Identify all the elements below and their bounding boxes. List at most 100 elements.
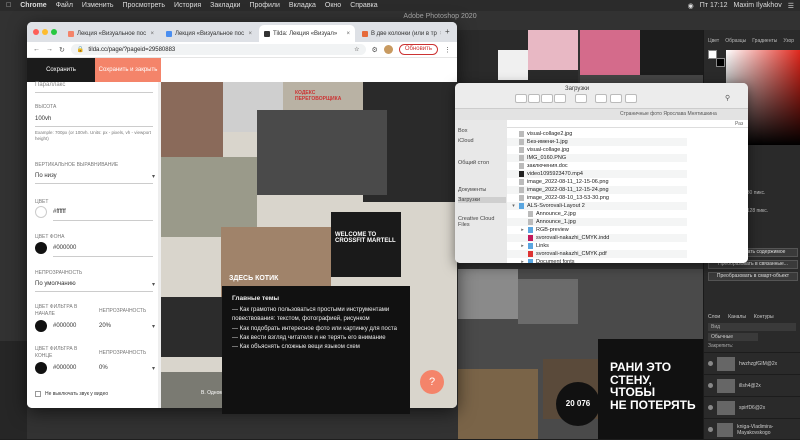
filter-end-input[interactable]: #000000 <box>53 365 76 371</box>
disclosure-closed-icon[interactable]: ▸ <box>520 259 525 263</box>
sidebar-item-creative-cloud[interactable]: Creative Cloud Files <box>458 216 507 228</box>
more-menu-icon[interactable]: ⋮ <box>444 46 451 54</box>
close-window-icon[interactable] <box>33 29 39 35</box>
layer-row[interactable]: illsh4@2x <box>704 374 800 396</box>
height-input[interactable]: 100vh <box>35 116 51 122</box>
reload-icon[interactable]: ↻ <box>59 46 65 54</box>
view-columns-icon[interactable] <box>541 94 553 103</box>
extensions-icon[interactable]: ⚙ <box>372 46 378 54</box>
file-row[interactable]: заключения.doc <box>507 162 687 170</box>
color-input[interactable]: #ffffff <box>53 209 66 215</box>
layer-row[interactable]: hwzhzgfGIM@2x <box>704 352 800 374</box>
group-icon[interactable] <box>575 94 587 103</box>
file-row[interactable]: Announce_1.jpg <box>507 218 687 226</box>
color-swatch[interactable] <box>35 206 47 218</box>
menu-window[interactable]: Окно <box>325 2 341 9</box>
bookmark-star-icon[interactable]: ☆ <box>354 46 359 53</box>
menu-profiles[interactable]: Профили <box>249 2 279 9</box>
filter-start-input[interactable]: #000000 <box>53 323 76 329</box>
layer-row[interactable]: spirfD6@2x <box>704 396 800 418</box>
mute-checkbox[interactable] <box>35 391 41 397</box>
sidebar-item-box[interactable]: Box <box>458 128 467 134</box>
disclosure-closed-icon[interactable]: ▸ <box>520 243 525 249</box>
folder-row[interactable]: ▸ Links <box>507 242 687 250</box>
wifi-icon[interactable]: ◉ <box>688 2 694 10</box>
zoom-window-icon[interactable] <box>51 29 57 35</box>
bg-color-input[interactable]: #000000 <box>53 245 76 251</box>
sidebar-item-icloud[interactable]: iCloud <box>458 138 474 144</box>
menu-file[interactable]: Файл <box>56 2 73 9</box>
save-and-close-button[interactable]: Сохранить и закрыть <box>95 58 161 82</box>
column-size-header[interactable]: Раз <box>735 121 743 127</box>
tab-layers[interactable]: Слои <box>708 314 720 320</box>
sidebar-item-downloads[interactable]: Загрузки <box>458 197 506 203</box>
minimize-window-icon[interactable] <box>42 29 48 35</box>
layers-filter-input[interactable]: Вид <box>708 323 796 331</box>
more-actions-icon[interactable] <box>625 94 637 103</box>
tab-gradients[interactable]: Градиенты <box>752 38 777 44</box>
menu-app[interactable]: Chrome <box>20 2 46 9</box>
file-row[interactable]: IMG_0160.PNG <box>507 154 687 162</box>
file-row[interactable]: image_2022-08-11_12-15-24.png <box>507 186 687 194</box>
close-tab-icon[interactable]: × <box>248 31 252 37</box>
apple-icon[interactable]:  <box>6 2 11 9</box>
folder-row[interactable]: ▸ Document fonts <box>507 258 687 263</box>
menu-edit[interactable]: Изменить <box>82 2 114 9</box>
tab-pattern[interactable]: Узор <box>783 38 794 44</box>
bg-color-swatch[interactable] <box>35 242 47 254</box>
tag-icon[interactable] <box>610 94 622 103</box>
blend-mode-select[interactable]: Обычные <box>708 333 758 341</box>
search-icon[interactable]: ⚲ <box>725 94 730 102</box>
help-button[interactable]: ? <box>420 370 444 394</box>
file-row[interactable]: visual-collage.jpg <box>507 146 687 154</box>
menu-history[interactable]: История <box>174 2 201 9</box>
tab-lecture-2[interactable]: Лекция «Визуальное пос × <box>161 25 257 42</box>
menu-bookmarks[interactable]: Закладки <box>210 2 240 9</box>
convert-smart-object-button[interactable]: Преобразовать в смарт-объект <box>708 272 798 281</box>
menubar-clock[interactable]: Пт 17:12 <box>700 2 728 10</box>
eye-icon[interactable] <box>708 383 713 388</box>
layer-row[interactable]: kniga-Vladimira-Mayakovskogo <box>704 418 800 440</box>
view-icons-icon[interactable] <box>515 94 527 103</box>
address-bar[interactable]: 🔒 tilda.cc/page/?pageid=29580883 ☆ <box>70 44 366 55</box>
eye-icon[interactable] <box>708 427 713 432</box>
profile-avatar[interactable] <box>383 45 393 54</box>
file-row[interactable]: visual-collage2.jpg <box>507 130 687 138</box>
folder-row[interactable]: ▸ RGB-preview <box>507 226 687 234</box>
file-row[interactable]: image_2022-08-10_13-53-30.png <box>507 194 687 202</box>
update-chrome-button[interactable]: Обновить <box>398 44 438 55</box>
save-button[interactable]: Сохранить <box>27 58 95 82</box>
menu-view[interactable]: Просмотреть <box>123 2 165 9</box>
menu-tab[interactable]: Вкладка <box>289 2 316 9</box>
menu-help[interactable]: Справка <box>350 2 377 9</box>
eye-icon[interactable] <box>708 405 713 410</box>
file-row[interactable]: svorovali-nakazhi_CMYK.pdf <box>507 250 687 258</box>
folder-row[interactable]: ▾ ALS-Svorovali-Layout 2 <box>507 202 687 210</box>
filter-start-swatch[interactable] <box>35 320 47 332</box>
finder-tab-2[interactable]: Страничные фото Ярослава Мнятишкина <box>620 111 717 117</box>
disclosure-open-icon[interactable]: ▾ <box>511 203 516 209</box>
close-tab-icon[interactable]: × <box>440 31 441 37</box>
tab-columns[interactable]: В две колонки (или в тр × <box>357 25 441 42</box>
tab-paths[interactable]: Контуры <box>754 314 774 320</box>
file-row[interactable]: image_2022-08-11_12-15-06.png <box>507 178 687 186</box>
background-color-swatch[interactable] <box>716 58 725 67</box>
disclosure-closed-icon[interactable]: ▸ <box>520 227 525 233</box>
close-tab-icon[interactable]: × <box>346 31 350 37</box>
tab-tilda-active[interactable]: Tilda: Лекция «Визуал» × <box>259 25 355 42</box>
sidebar-item-desktop[interactable]: Общий стол <box>458 160 489 166</box>
parallax-select[interactable]: Параллакс <box>35 82 65 88</box>
opacity-select[interactable]: По умолчанию <box>35 281 76 287</box>
share-icon[interactable] <box>595 94 607 103</box>
tab-swatches[interactable]: Образцы <box>725 38 746 44</box>
sidebar-item-documents[interactable]: Документы <box>458 187 486 193</box>
valign-select[interactable]: По низу <box>35 173 57 179</box>
eye-icon[interactable] <box>708 361 713 366</box>
filter-start-opacity-select[interactable]: 20% <box>99 323 111 329</box>
forward-icon[interactable]: → <box>46 46 53 53</box>
file-row[interactable]: svorovali-nakazhi_CMYK.indd <box>507 234 687 242</box>
menubar-user[interactable]: Maxim Ilyakhov <box>733 2 781 10</box>
file-row[interactable]: Announce_2.jpg <box>507 210 687 218</box>
view-gallery-icon[interactable] <box>554 94 566 103</box>
filter-end-opacity-select[interactable]: 0% <box>99 365 108 371</box>
